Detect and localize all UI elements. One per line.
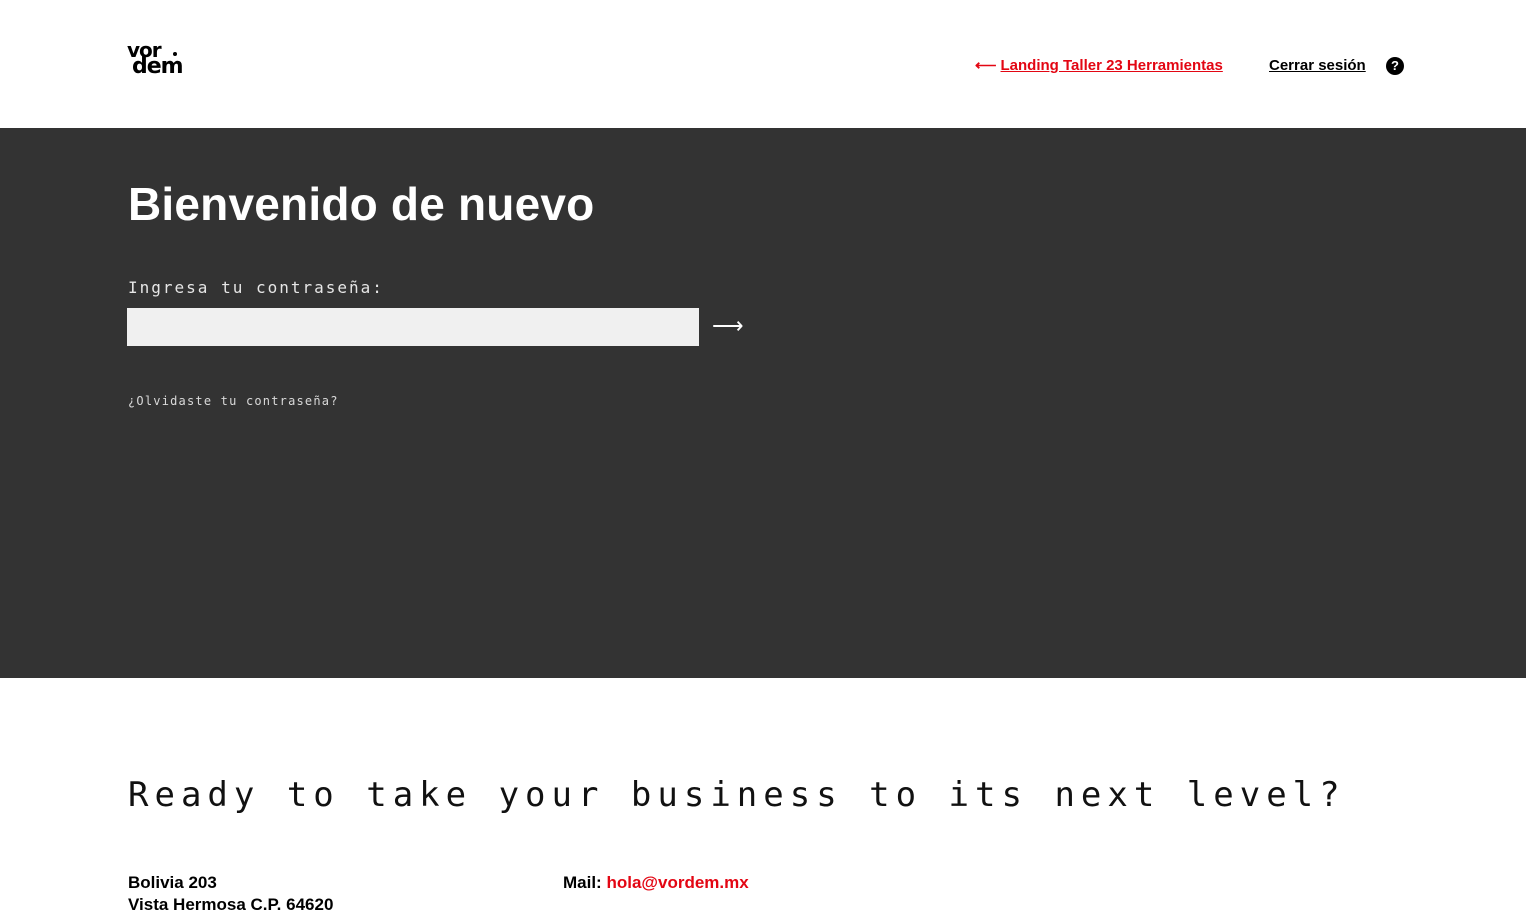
mail-label: Mail: bbox=[563, 873, 602, 892]
page-title: Bienvenido de nuevo bbox=[128, 178, 595, 230]
password-input[interactable] bbox=[127, 308, 699, 346]
arrow-left-icon: ⟵ bbox=[975, 57, 997, 74]
address-line-1: Bolivia 203 bbox=[128, 873, 217, 892]
submit-arrow-icon[interactable]: ⟶ bbox=[712, 314, 744, 338]
login-section: Bienvenido de nuevo Ingresa tu contraseñ… bbox=[0, 128, 1526, 678]
site-header: vor dem ⟵ Landing Taller 23 Herramientas … bbox=[0, 0, 1526, 128]
password-label: Ingresa tu contraseña: bbox=[128, 278, 384, 297]
logo-bottom-text: dem bbox=[132, 54, 184, 79]
forgot-password-link[interactable]: ¿Olvidaste tu contraseña? bbox=[128, 394, 339, 408]
vordem-logo[interactable]: vor dem bbox=[127, 40, 199, 80]
back-to-landing-link[interactable]: ⟵ Landing Taller 23 Herramientas bbox=[975, 56, 1223, 76]
mail-link[interactable]: hola@vordem.mx bbox=[606, 873, 748, 892]
help-icon[interactable]: ? bbox=[1386, 57, 1404, 75]
footer-cta-heading: Ready to take your business to its next … bbox=[128, 775, 1346, 815]
logout-link[interactable]: Cerrar sesión bbox=[1269, 56, 1366, 76]
back-link-label: Landing Taller 23 Herramientas bbox=[1000, 57, 1223, 74]
address-line-2: Vista Hermosa C.P. 64620 bbox=[128, 895, 334, 914]
mail-contact: Mail: hola@vordem.mx bbox=[563, 872, 749, 894]
